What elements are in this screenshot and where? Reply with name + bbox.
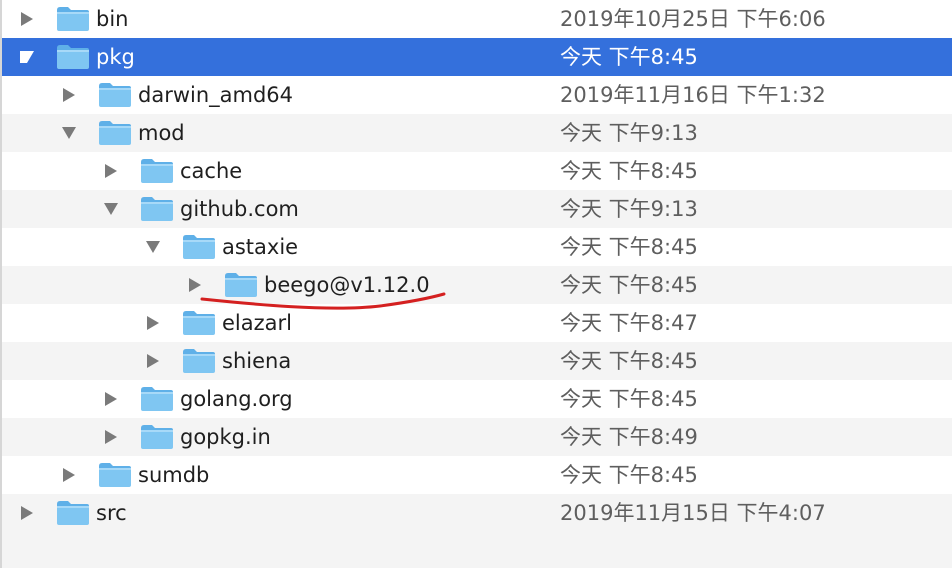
disclosure-triangle-right-icon[interactable] bbox=[16, 0, 38, 38]
folder-icon bbox=[183, 349, 215, 373]
folder-icon bbox=[57, 7, 89, 31]
folder-icon bbox=[225, 273, 257, 297]
item-date-modified: 今天 下午8:45 bbox=[560, 235, 698, 259]
disclosure-triangle-down-icon[interactable] bbox=[100, 190, 122, 228]
item-name: cache bbox=[180, 159, 243, 183]
folder-icon bbox=[99, 121, 131, 145]
list-item[interactable]: golang.org 今天 下午8:45 bbox=[2, 380, 952, 418]
item-name: shiena bbox=[222, 349, 292, 373]
folder-icon bbox=[57, 501, 89, 525]
item-name: astaxie bbox=[222, 235, 299, 259]
item-name: github.com bbox=[180, 197, 299, 221]
folder-icon bbox=[141, 425, 173, 449]
folder-icon bbox=[141, 197, 173, 221]
disclosure-triangle-down-icon[interactable] bbox=[16, 38, 38, 76]
item-date-modified: 2019年11月15日 下午4:07 bbox=[560, 501, 826, 525]
item-date-modified: 今天 下午8:45 bbox=[560, 387, 698, 411]
list-item[interactable]: beego@v1.12.0 今天 下午8:45 bbox=[2, 266, 952, 304]
item-name: mod bbox=[138, 121, 185, 145]
folder-icon bbox=[183, 235, 215, 259]
disclosure-triangle-right-icon[interactable] bbox=[58, 76, 80, 114]
item-date-modified: 2019年10月25日 下午6:06 bbox=[560, 7, 826, 31]
item-name: beego@v1.12.0 bbox=[264, 273, 430, 297]
item-date-modified: 今天 下午8:45 bbox=[560, 463, 698, 487]
folder-icon bbox=[99, 83, 131, 107]
folder-icon bbox=[99, 463, 131, 487]
disclosure-triangle-right-icon[interactable] bbox=[100, 152, 122, 190]
disclosure-triangle-right-icon[interactable] bbox=[100, 380, 122, 418]
list-footer bbox=[0, 532, 952, 568]
item-date-modified: 2019年11月16日 下午1:32 bbox=[560, 83, 826, 107]
list-item[interactable]: shiena 今天 下午8:45 bbox=[2, 342, 952, 380]
disclosure-triangle-right-icon[interactable] bbox=[100, 418, 122, 456]
list-item[interactable]: darwin_amd64 2019年11月16日 下午1:32 bbox=[2, 76, 952, 114]
disclosure-triangle-down-icon[interactable] bbox=[58, 114, 80, 152]
list-item[interactable]: github.com 今天 下午9:13 bbox=[2, 190, 952, 228]
item-name: bin bbox=[96, 7, 129, 31]
item-date-modified: 今天 下午9:13 bbox=[560, 197, 698, 221]
disclosure-triangle-right-icon[interactable] bbox=[142, 342, 164, 380]
list-item[interactable]: gopkg.in 今天 下午8:49 bbox=[2, 418, 952, 456]
item-date-modified: 今天 下午8:45 bbox=[560, 159, 698, 183]
list-item[interactable]: bin 2019年10月25日 下午6:06 bbox=[2, 0, 952, 38]
folder-icon bbox=[141, 387, 173, 411]
folder-icon bbox=[57, 45, 89, 69]
item-name: pkg bbox=[96, 45, 135, 69]
item-date-modified: 今天 下午9:13 bbox=[560, 121, 698, 145]
list-item[interactable]: elazarl 今天 下午8:47 bbox=[2, 304, 952, 342]
disclosure-triangle-right-icon[interactable] bbox=[142, 304, 164, 342]
list-item[interactable]: sumdb 今天 下午8:45 bbox=[2, 456, 952, 494]
disclosure-triangle-right-icon[interactable] bbox=[16, 494, 38, 532]
item-name: golang.org bbox=[180, 387, 293, 411]
file-list: bin 2019年10月25日 下午6:06 pkg 今天 下午8:45 darwin_… bbox=[0, 0, 952, 532]
list-item[interactable]: astaxie 今天 下午8:45 bbox=[2, 228, 952, 266]
folder-icon bbox=[141, 159, 173, 183]
item-date-modified: 今天 下午8:45 bbox=[560, 349, 698, 373]
item-name: darwin_amd64 bbox=[138, 83, 294, 107]
disclosure-triangle-right-icon[interactable] bbox=[58, 456, 80, 494]
item-date-modified: 今天 下午8:45 bbox=[560, 273, 698, 297]
disclosure-triangle-down-icon[interactable] bbox=[142, 228, 164, 266]
item-name: elazarl bbox=[222, 311, 292, 335]
list-item[interactable]: src 2019年11月15日 下午4:07 bbox=[2, 494, 952, 532]
list-item[interactable]: cache 今天 下午8:45 bbox=[2, 152, 952, 190]
disclosure-triangle-right-icon[interactable] bbox=[184, 266, 206, 304]
item-name: sumdb bbox=[138, 463, 210, 487]
item-date-modified: 今天 下午8:45 bbox=[560, 45, 698, 69]
list-item[interactable]: pkg 今天 下午8:45 bbox=[2, 38, 952, 76]
item-date-modified: 今天 下午8:47 bbox=[560, 311, 698, 335]
list-item[interactable]: mod 今天 下午9:13 bbox=[2, 114, 952, 152]
folder-icon bbox=[183, 311, 215, 335]
item-name: src bbox=[96, 501, 127, 525]
item-date-modified: 今天 下午8:49 bbox=[560, 425, 698, 449]
item-name: gopkg.in bbox=[180, 425, 271, 449]
